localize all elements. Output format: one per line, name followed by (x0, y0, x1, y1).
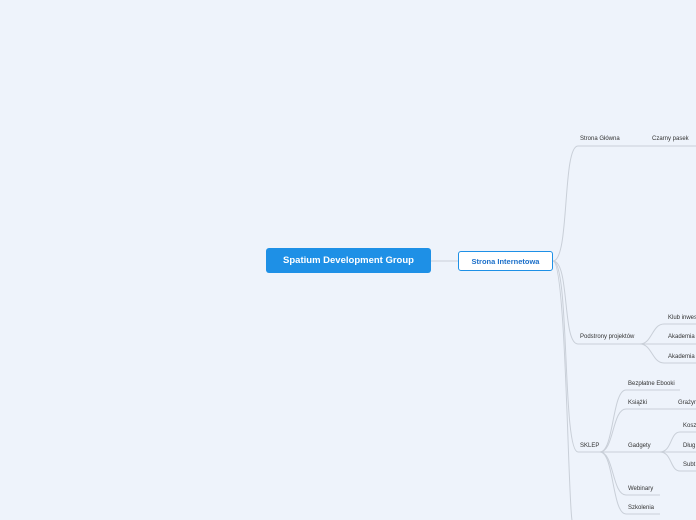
root-node[interactable]: Spatium Development Group (266, 248, 431, 273)
subtopic-czarny-pasek[interactable]: Czarny pasek (652, 135, 689, 143)
main-topic-label: Strona Internetowa (471, 256, 540, 266)
root-node-label: Spatium Development Group (283, 255, 414, 266)
main-topic-node[interactable]: Strona Internetowa (458, 251, 553, 271)
branch-sklep[interactable]: SKLEP (580, 442, 599, 450)
subtopic-webinary[interactable]: Webinary (628, 485, 653, 493)
branch-strona-glowna[interactable]: Strona Główna (580, 135, 620, 143)
subtopic-dlug[interactable]: Dług (683, 442, 695, 450)
subtopic-klub-inwes[interactable]: Klub inwes (668, 314, 696, 322)
branch-podstrony-projektow[interactable]: Podstrony projektów (580, 333, 634, 341)
subtopic-grazyn[interactable]: Grażyn (678, 399, 696, 407)
subtopic-akademia-1[interactable]: Akademia (668, 333, 695, 341)
subtopic-bezplatne-ebooki[interactable]: Bezpłatne Ebooki (628, 380, 675, 388)
subtopic-akademia-2[interactable]: Akademia (668, 353, 695, 361)
subtopic-kosz[interactable]: Kosz (683, 422, 696, 430)
subtopic-szkolenia[interactable]: Szkolenia (628, 504, 654, 512)
subtopic-gadgety[interactable]: Gadgety (628, 442, 651, 450)
subtopic-ksiazki[interactable]: Książki (628, 399, 647, 407)
subtopic-subt[interactable]: Subt (683, 461, 695, 469)
